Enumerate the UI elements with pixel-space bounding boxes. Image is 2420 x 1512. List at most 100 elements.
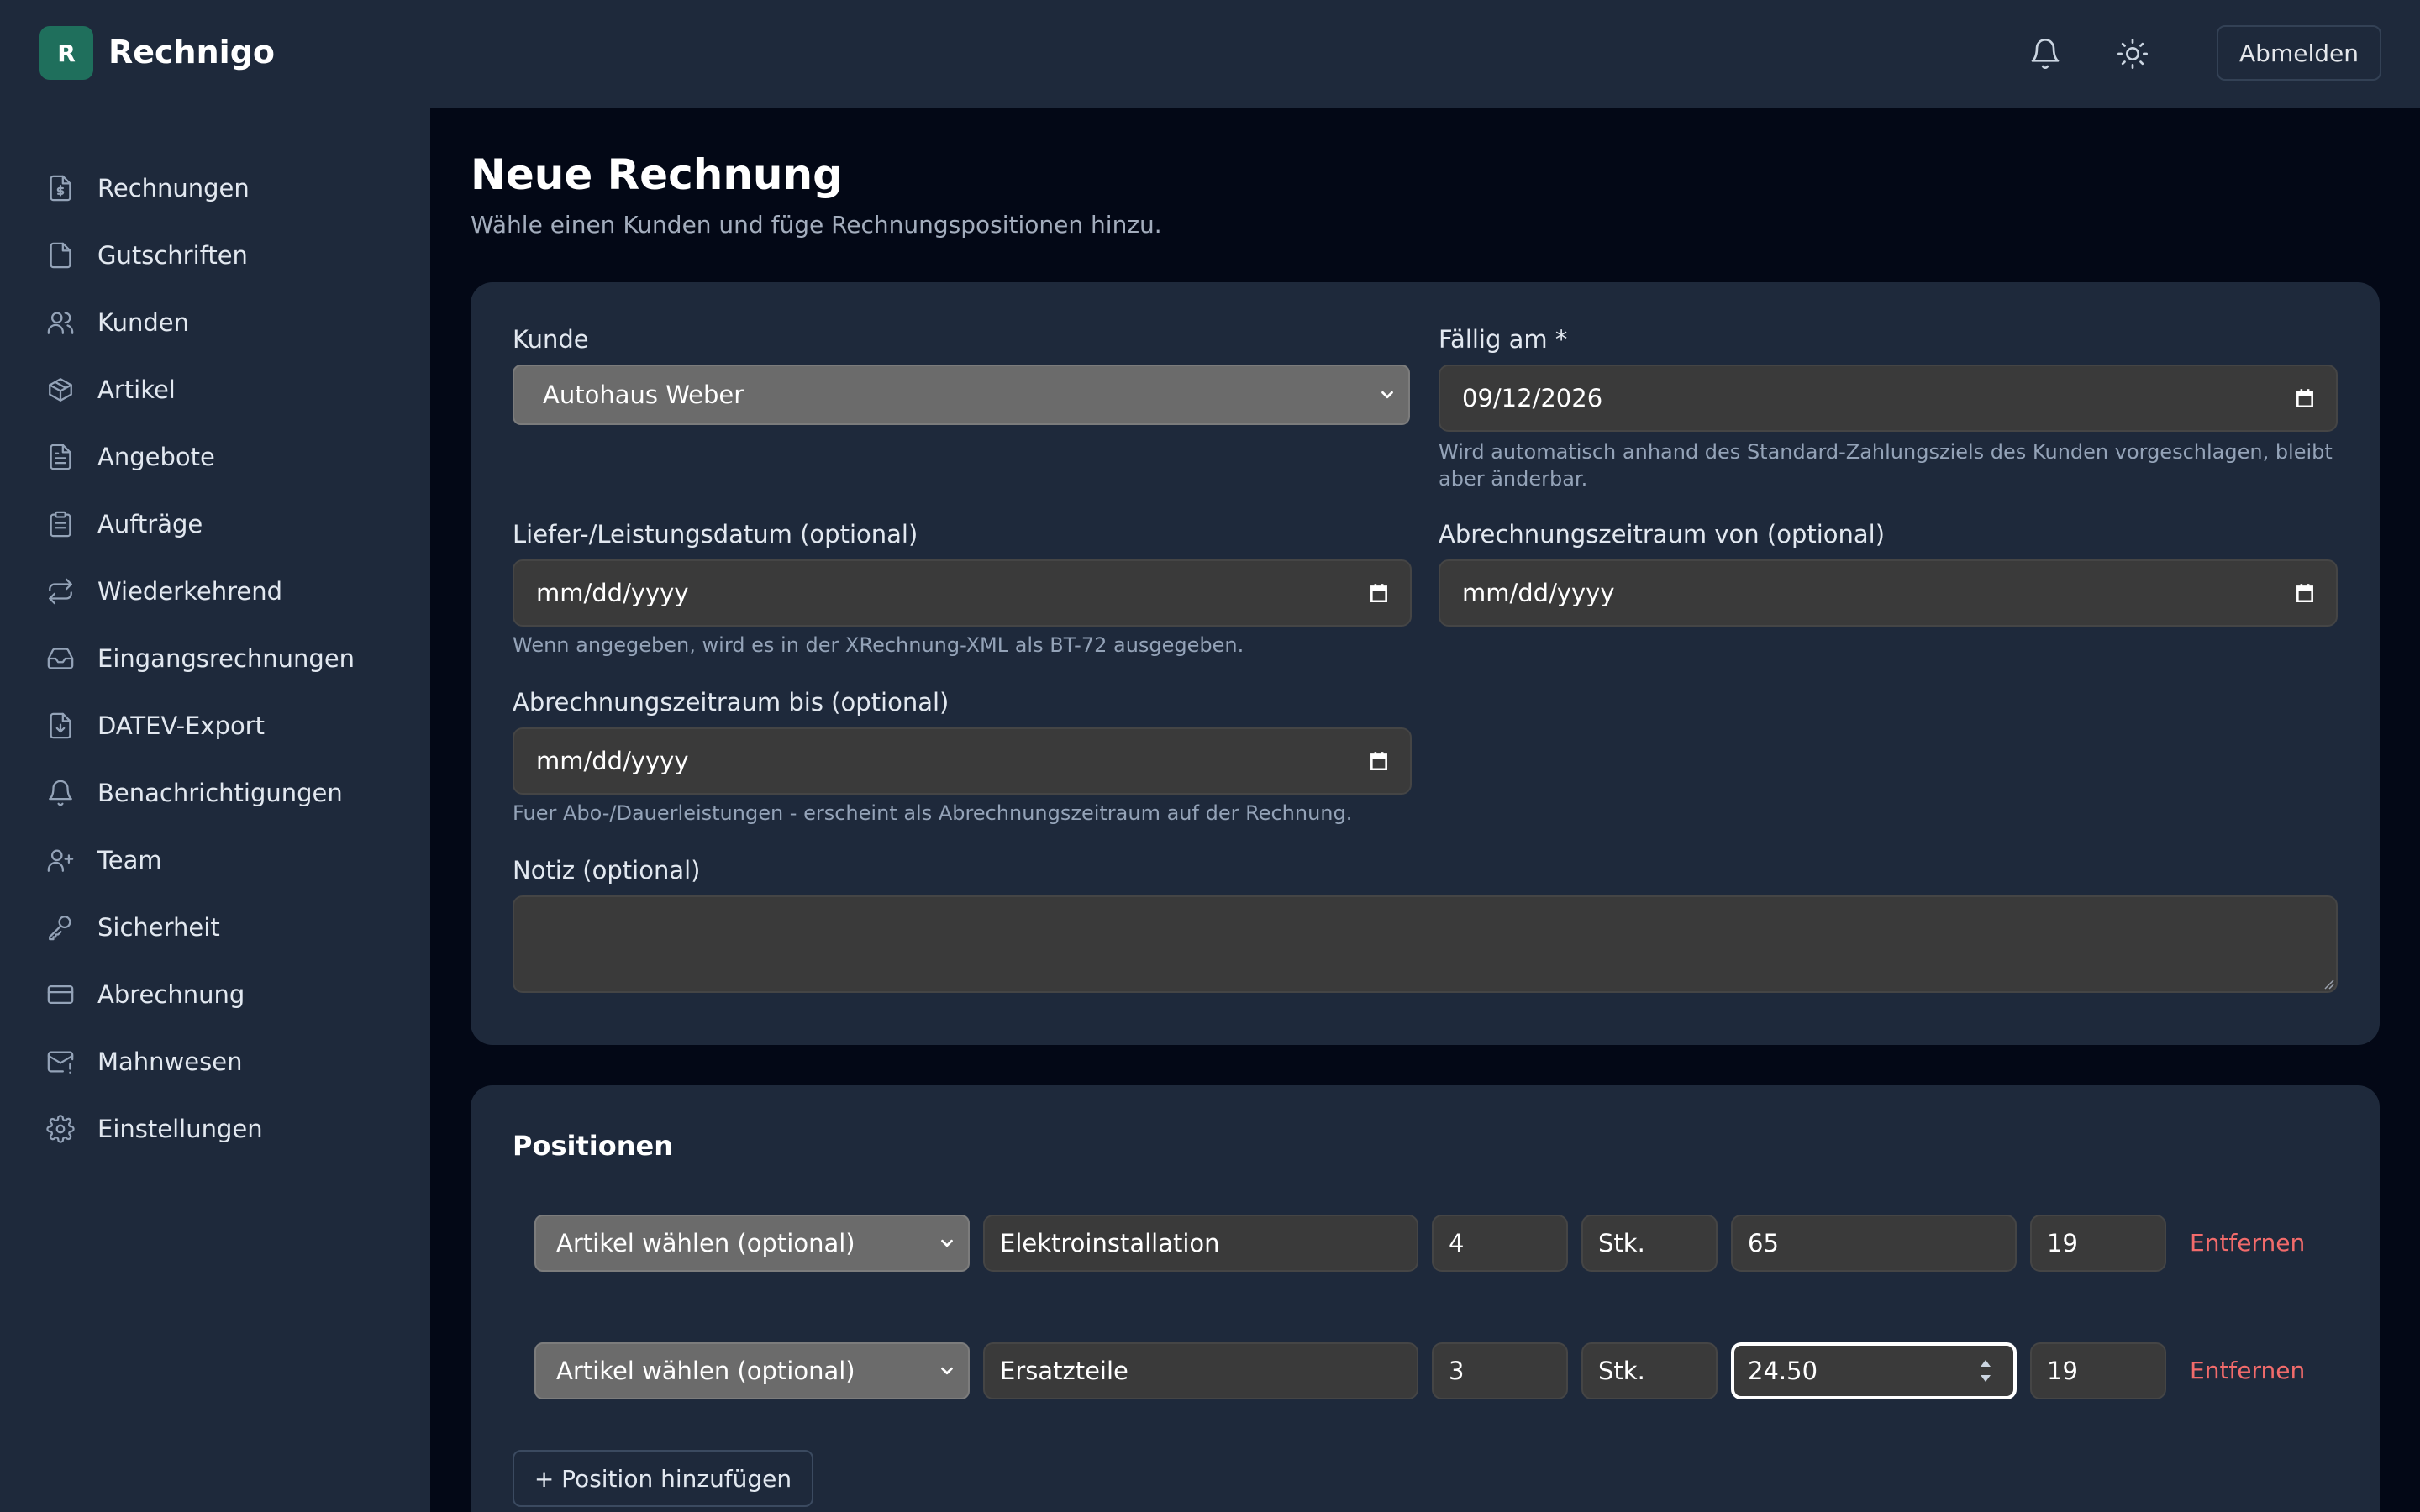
sidebar-item-mahnwesen[interactable]: Mahnwesen bbox=[44, 1037, 413, 1087]
price-value: 65 bbox=[1748, 1229, 1779, 1257]
top-header: R Rechnigo Abmelden bbox=[0, 0, 2420, 108]
sidebar-item-label: Artikel bbox=[97, 375, 176, 404]
sidebar-item-label: Benachrichtigungen bbox=[97, 779, 343, 807]
add-position-button[interactable]: + Position hinzufügen bbox=[513, 1450, 813, 1507]
sidebar-item-label: DATEV-Export bbox=[97, 711, 265, 740]
customer-select[interactable]: Autohaus Weber bbox=[513, 365, 1410, 425]
description-input[interactable]: Elektroinstallation bbox=[983, 1215, 1418, 1272]
due-date-input[interactable]: 09/12/2026 bbox=[1439, 365, 2338, 432]
sidebar-item-abrechnung[interactable]: Abrechnung bbox=[44, 969, 413, 1020]
sidebar-item-kunden[interactable]: Kunden bbox=[44, 297, 413, 348]
document-text-icon bbox=[44, 440, 77, 474]
app-name[interactable]: Rechnigo bbox=[108, 30, 275, 74]
sidebar-item-sicherheit[interactable]: Sicherheit bbox=[44, 902, 413, 953]
chevron-down-icon bbox=[1381, 391, 1393, 399]
document-icon bbox=[44, 239, 77, 272]
number-spinner-icon[interactable] bbox=[1978, 1357, 1993, 1385]
unit-value: Stk. bbox=[1598, 1229, 1645, 1257]
sidebar-item-gutschriften[interactable]: Gutschriften bbox=[44, 230, 413, 281]
user-plus-icon bbox=[44, 843, 77, 877]
quantity-input[interactable]: 4 bbox=[1432, 1215, 1568, 1272]
sidebar-item-auftraege[interactable]: Aufträge bbox=[44, 499, 413, 549]
sidebar-item-label: Abrechnung bbox=[97, 980, 245, 1009]
sun-icon[interactable] bbox=[2112, 34, 2153, 74]
unit-input[interactable]: Stk. bbox=[1581, 1342, 1718, 1399]
delivery-date-input[interactable]: mm/dd/yyyy bbox=[513, 559, 1412, 627]
delivery-date-label: Liefer-/Leistungsdatum (optional) bbox=[513, 520, 918, 549]
sidebar-item-label: Mahnwesen bbox=[97, 1047, 243, 1076]
description-value: Elektroinstallation bbox=[1000, 1229, 1220, 1257]
invoice-dollar-icon bbox=[44, 171, 77, 205]
sidebar-item-team[interactable]: Team bbox=[44, 835, 413, 885]
delivery-date-value: mm/dd/yyyy bbox=[536, 579, 689, 607]
description-input[interactable]: Ersatzteile bbox=[983, 1342, 1418, 1399]
tax-rate-input[interactable]: 19 bbox=[2030, 1215, 2166, 1272]
sidebar-item-label: Aufträge bbox=[97, 510, 203, 538]
sidebar-item-einstellungen[interactable]: Einstellungen bbox=[44, 1104, 413, 1154]
key-icon bbox=[44, 911, 77, 944]
delivery-date-hint: Wenn angegeben, wird es in der XRechnung… bbox=[513, 633, 1244, 657]
quantity-value: 4 bbox=[1449, 1229, 1465, 1257]
repeat-icon bbox=[44, 575, 77, 608]
sidebar-item-wiederkehrend[interactable]: Wiederkehrend bbox=[44, 566, 413, 617]
file-download-icon bbox=[44, 709, 77, 743]
sidebar-item-angebote[interactable]: Angebote bbox=[44, 432, 413, 482]
resize-handle-icon[interactable] bbox=[2321, 976, 2334, 990]
credit-card-icon bbox=[44, 978, 77, 1011]
period-from-input[interactable]: mm/dd/yyyy bbox=[1439, 559, 2338, 627]
unit-value: Stk. bbox=[1598, 1357, 1645, 1385]
clipboard-icon bbox=[44, 507, 77, 541]
article-select-value: Artikel wählen (optional) bbox=[556, 1357, 855, 1385]
sidebar-item-benachrichtigungen[interactable]: Benachrichtigungen bbox=[44, 768, 413, 818]
period-to-value: mm/dd/yyyy bbox=[536, 747, 689, 775]
sidebar-item-rechnungen[interactable]: Rechnungen bbox=[44, 163, 413, 213]
mail-alert-icon bbox=[44, 1045, 77, 1079]
period-to-label: Abrechnungszeitraum bis (optional) bbox=[513, 688, 950, 717]
description-value: Ersatzteile bbox=[1000, 1357, 1128, 1385]
article-select-value: Artikel wählen (optional) bbox=[556, 1229, 855, 1257]
bell-icon bbox=[44, 776, 77, 810]
positions-card bbox=[471, 1085, 2380, 1512]
remove-position-button[interactable]: Entfernen bbox=[2190, 1354, 2305, 1388]
remove-position-button[interactable]: Entfernen bbox=[2190, 1226, 2305, 1260]
sidebar-item-artikel[interactable]: Artikel bbox=[44, 365, 413, 415]
quantity-input[interactable]: 3 bbox=[1432, 1342, 1568, 1399]
sidebar-item-label: Gutschriften bbox=[97, 241, 248, 270]
due-date-value: 09/12/2026 bbox=[1462, 384, 1603, 412]
logo-badge[interactable]: R bbox=[39, 26, 93, 80]
period-from-label: Abrechnungszeitraum von (optional) bbox=[1439, 520, 1886, 549]
gear-icon bbox=[44, 1112, 77, 1146]
tax-rate-input[interactable]: 19 bbox=[2030, 1342, 2166, 1399]
note-textarea[interactable] bbox=[513, 895, 2338, 993]
quantity-value: 3 bbox=[1449, 1357, 1465, 1385]
period-from-value: mm/dd/yyyy bbox=[1462, 579, 1615, 607]
sidebar-item-eingangsrechnungen[interactable]: Eingangsrechnungen bbox=[44, 633, 413, 684]
sidebar-item-label: Team bbox=[97, 846, 162, 874]
price-input[interactable]: 65 bbox=[1731, 1215, 2017, 1272]
price-value: 24.50 bbox=[1748, 1357, 1818, 1385]
bell-icon[interactable] bbox=[2025, 34, 2065, 74]
due-date-label: Fällig am * bbox=[1439, 325, 1568, 354]
calendar-icon[interactable] bbox=[2294, 582, 2316, 604]
unit-input[interactable]: Stk. bbox=[1581, 1215, 1718, 1272]
inbox-icon bbox=[44, 642, 77, 675]
article-select[interactable]: Artikel wählen (optional) bbox=[534, 1342, 970, 1399]
package-icon bbox=[44, 373, 77, 407]
page-subtitle: Wähle einen Kunden und füge Rechnungspos… bbox=[471, 211, 1162, 239]
positions-title: Positionen bbox=[513, 1130, 673, 1162]
logout-button[interactable]: Abmelden bbox=[2217, 25, 2381, 81]
calendar-icon[interactable] bbox=[1368, 582, 1390, 604]
calendar-icon[interactable] bbox=[2294, 387, 2316, 409]
chevron-down-icon bbox=[941, 1367, 953, 1375]
period-to-input[interactable]: mm/dd/yyyy bbox=[513, 727, 1412, 795]
sidebar-item-datev-export[interactable]: DATEV-Export bbox=[44, 701, 413, 751]
calendar-icon[interactable] bbox=[1368, 750, 1390, 772]
page-title: Neue Rechnung bbox=[471, 150, 843, 199]
sidebar-item-label: Rechnungen bbox=[97, 174, 250, 202]
article-select[interactable]: Artikel wählen (optional) bbox=[534, 1215, 970, 1272]
customer-select-value: Autohaus Weber bbox=[543, 381, 744, 409]
due-date-hint: Wird automatisch anhand des Standard-Zah… bbox=[1439, 440, 2333, 491]
price-input[interactable]: 24.50 bbox=[1731, 1342, 2017, 1399]
sidebar-item-label: Eingangsrechnungen bbox=[97, 644, 355, 673]
tax-rate-value: 19 bbox=[2047, 1357, 2078, 1385]
